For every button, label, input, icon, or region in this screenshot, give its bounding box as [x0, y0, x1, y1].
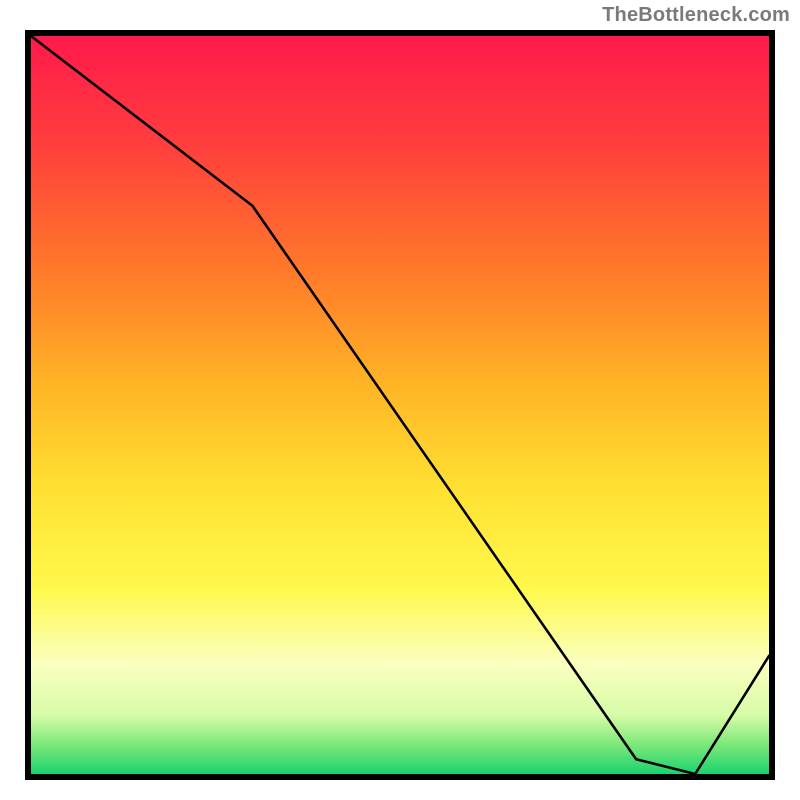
canvas: TheBottleneck.com	[0, 0, 800, 800]
chart-svg	[31, 36, 769, 774]
watermark-text: TheBottleneck.com	[602, 4, 790, 27]
chart-line	[31, 36, 769, 774]
chart-area	[25, 30, 775, 780]
